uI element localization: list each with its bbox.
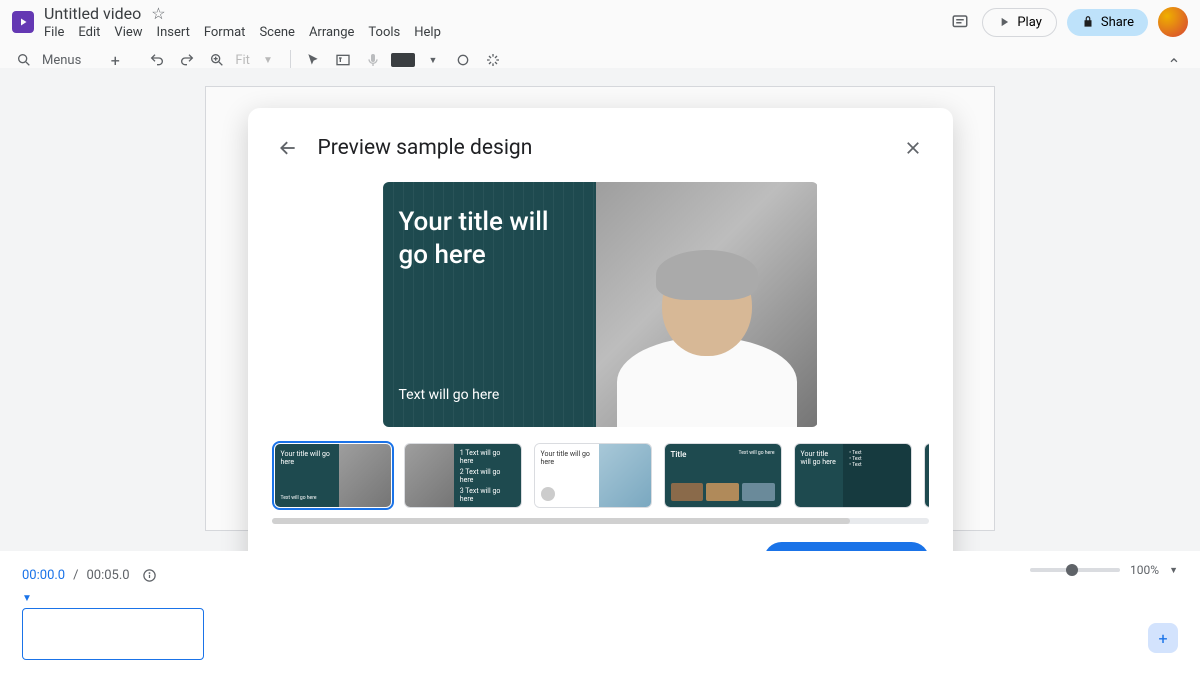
thumbnail-5[interactable]: Your title will go here • Text • Text • … <box>794 443 912 508</box>
thumb-bullets: • Text • Text • Text <box>849 450 904 468</box>
thumb-line: 2 Text will go here <box>460 468 515 484</box>
time-separator: / <box>73 568 78 583</box>
zoom-level[interactable]: 100% <box>1130 563 1159 577</box>
thumbnail-3[interactable]: Your title will go here <box>534 443 652 508</box>
zoom-slider[interactable] <box>1030 568 1120 572</box>
preview-image <box>596 182 818 427</box>
timeline-panel: 00:00.0 / 00:05.0 100% ▼ ▼ + <box>0 551 1200 681</box>
thumbnail-strip: Your title will go here Text will go here… <box>272 441 929 510</box>
thumb-title: Your title will go here <box>801 450 838 466</box>
arrow-left-icon <box>278 138 298 158</box>
thumbnail-6[interactable]: A longer titlego here <box>924 443 929 508</box>
thumb-title: Title <box>671 450 687 459</box>
thumb-title: Your title will go here <box>281 450 333 466</box>
preview-design-modal: Preview sample design Your title will go… <box>248 108 953 595</box>
time-total: 00:05.0 <box>86 568 129 583</box>
thumb-line: 3 Text will go here <box>460 487 515 503</box>
add-scene-button[interactable]: + <box>1148 623 1178 653</box>
playhead-marker[interactable]: ▼ <box>22 593 1178 604</box>
thumbnail-1[interactable]: Your title will go here Text will go here <box>274 443 392 508</box>
thumbnail-2[interactable]: 1 Text will go here 2 Text will go here … <box>404 443 522 508</box>
timeline-clip[interactable] <box>22 608 204 660</box>
back-button[interactable] <box>272 132 304 164</box>
thumb-sub: Text will go here <box>281 495 333 501</box>
chevron-down-icon[interactable]: ▼ <box>1169 565 1178 576</box>
preview-title: Your title will go here <box>399 206 580 271</box>
thumbnail-4[interactable]: Title Text will go here <box>664 443 782 508</box>
thumb-title: Your title will go here <box>541 450 593 466</box>
preview-subtitle: Text will go here <box>399 387 580 403</box>
modal-title: Preview sample design <box>318 136 883 160</box>
thumbnail-scrollbar[interactable] <box>272 518 929 524</box>
time-current: 00:00.0 <box>22 568 65 583</box>
thumb-line: 1 Text will go here <box>460 449 515 465</box>
info-icon[interactable] <box>138 563 162 587</box>
design-preview: Your title will go here Text will go her… <box>383 182 818 427</box>
close-button[interactable] <box>897 132 929 164</box>
thumb-sub: Text will go here <box>739 450 775 459</box>
close-icon <box>904 139 922 157</box>
